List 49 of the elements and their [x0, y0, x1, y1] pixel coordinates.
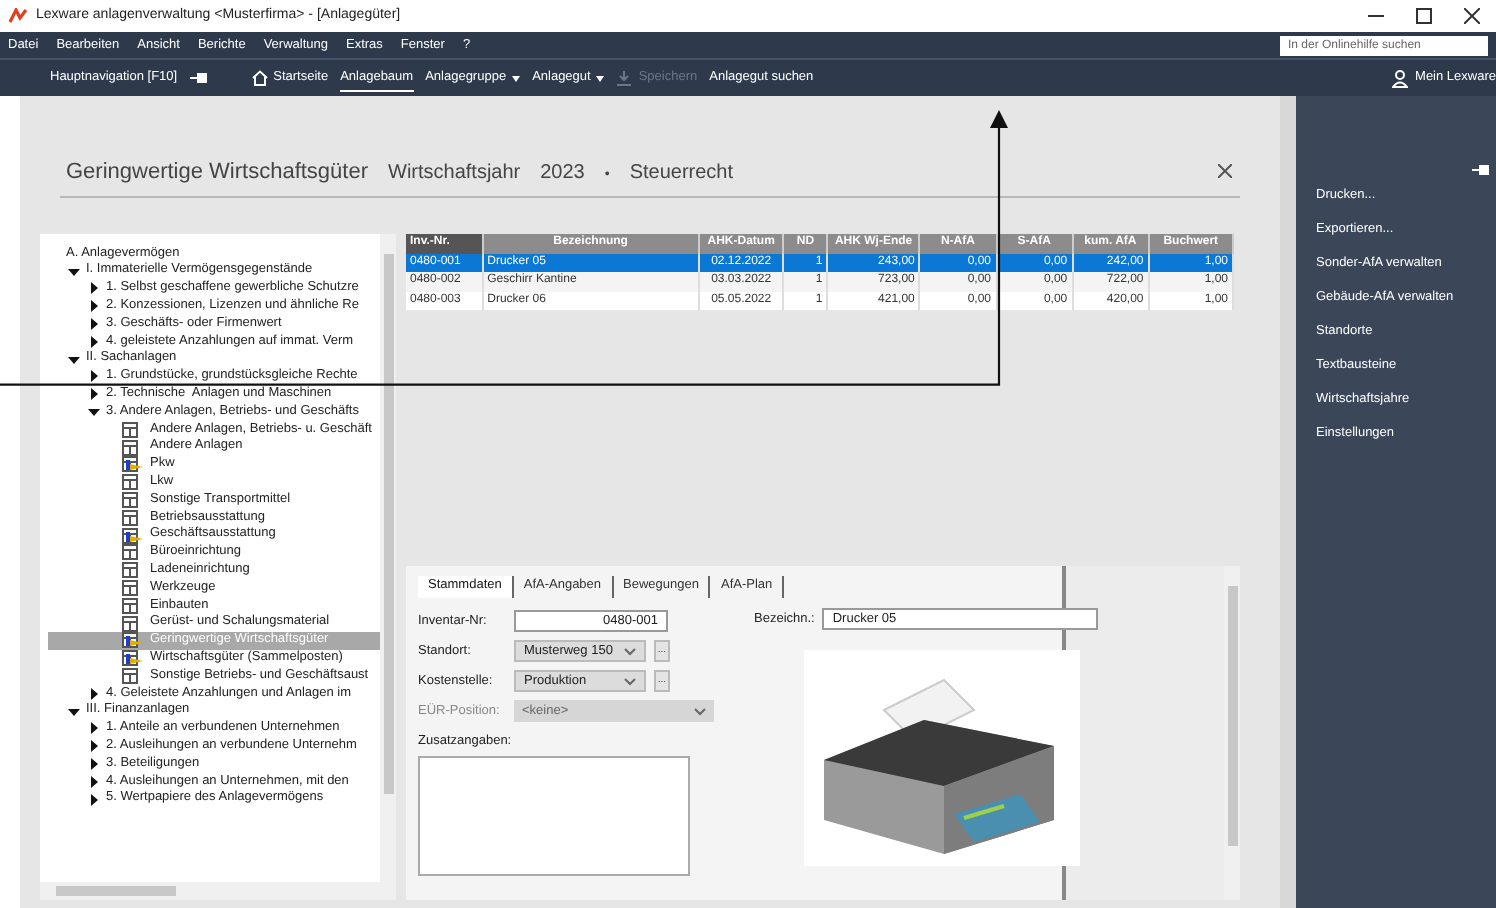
home-icon [251, 70, 268, 86]
collapsed-arrow-icon[interactable] [88, 388, 100, 401]
collapsed-arrow-icon[interactable] [88, 687, 100, 700]
grid-icon [122, 439, 144, 456]
grid-icon [122, 580, 144, 597]
grid-icon [122, 562, 144, 579]
download-icon [616, 70, 633, 86]
vertical-scrollbar[interactable] [380, 233, 396, 882]
grid-icon [122, 474, 144, 491]
close-icon[interactable] [1464, 8, 1480, 24]
caret-icon [596, 75, 605, 81]
grid-icon [122, 668, 144, 685]
collapsed-arrow-icon[interactable] [88, 370, 100, 383]
collapsed-arrow-icon[interactable] [88, 722, 100, 735]
close-icon[interactable] [1218, 164, 1232, 178]
collapsed-arrow-icon[interactable] [88, 758, 100, 770]
fiscal-year: 2023 [540, 160, 585, 188]
user-icon[interactable] [1391, 69, 1408, 87]
collapsed-arrow-icon[interactable] [88, 282, 100, 295]
grid-icon [122, 615, 144, 632]
maximize-icon[interactable] [1416, 8, 1432, 24]
horizontal-scrollbar[interactable] [40, 882, 396, 900]
grid-icon [122, 597, 144, 614]
collapsed-arrow-icon[interactable] [88, 300, 100, 313]
collapsed-arrow-icon[interactable] [88, 335, 100, 348]
app-logo-icon [8, 8, 28, 24]
collapsed-arrow-icon[interactable] [88, 793, 100, 806]
pin-icon[interactable] [1472, 164, 1490, 176]
grid-icon [122, 492, 144, 509]
chevron-down-icon [624, 677, 636, 685]
expanded-arrow-icon[interactable] [68, 353, 80, 366]
collapsed-arrow-icon[interactable] [88, 318, 100, 331]
caret-icon [512, 75, 521, 81]
chevron-down-icon [694, 707, 706, 715]
chevron-down-icon [624, 647, 636, 655]
vertical-scrollbar[interactable] [1224, 566, 1240, 900]
grid-icon [122, 544, 144, 561]
grid-icon [122, 421, 144, 438]
expanded-arrow-icon[interactable] [88, 406, 100, 419]
collapsed-arrow-icon[interactable] [88, 775, 100, 788]
page-heading: Geringwertige Wirtschaftsgüter [66, 158, 368, 188]
expanded-arrow-icon[interactable] [68, 265, 80, 278]
grid-icon [122, 509, 144, 526]
pin-icon[interactable] [189, 72, 208, 84]
fiscal-year-label: Wirtschaftsjahr [388, 160, 521, 188]
accounting-mode: Steuerrecht [629, 160, 734, 188]
collapsed-arrow-icon[interactable] [88, 740, 100, 753]
notes-field[interactable] [418, 755, 690, 876]
expanded-arrow-icon[interactable] [68, 705, 80, 718]
